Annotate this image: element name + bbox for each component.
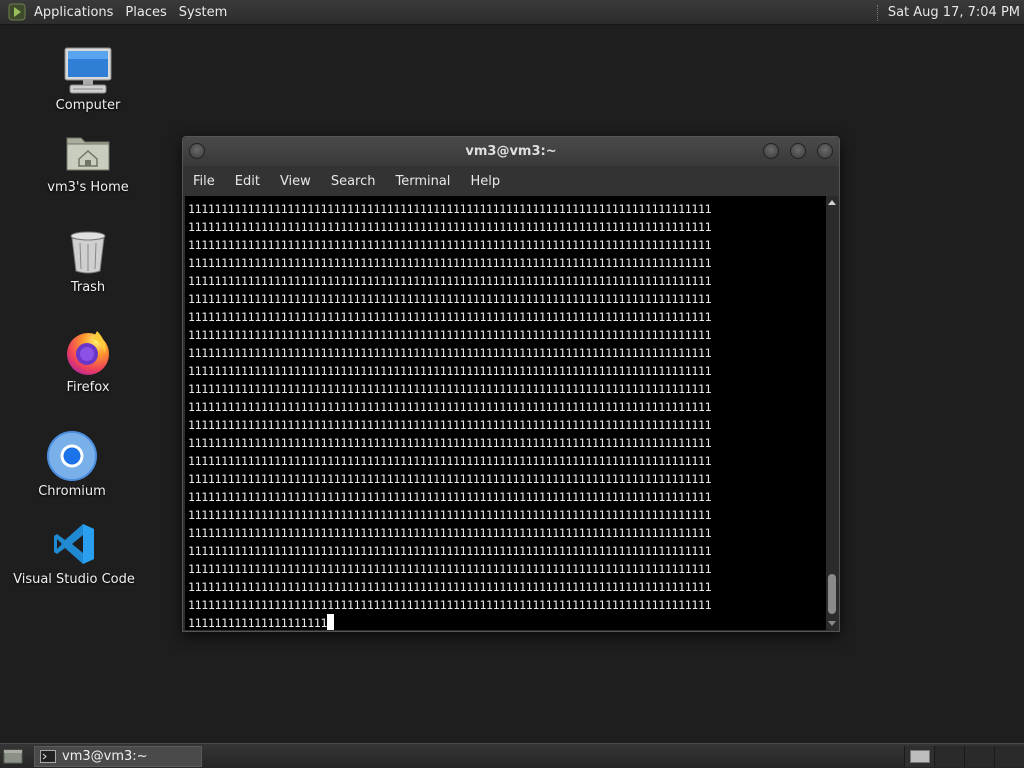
menu-file[interactable]: File [183, 174, 225, 189]
terminal-line: 1111111111111111111111111111111111111111… [188, 346, 712, 360]
terminal-line: 1111111111111111111111111111111111111111… [188, 256, 712, 270]
window-titlebar[interactable]: vm3@vm3:~ [183, 137, 839, 166]
terminal-screen[interactable]: 1111111111111111111111111111111111111111… [185, 196, 826, 630]
terminal-line: 1111111111111111111111111111111111111111… [188, 454, 712, 468]
maximize-button[interactable] [790, 143, 806, 159]
terminal-line: 1111111111111111111111111111111111111111… [188, 364, 712, 378]
menu-edit[interactable]: Edit [225, 174, 270, 189]
terminal-line: 1111111111111111111111111111111111111111… [188, 274, 712, 288]
terminal-window[interactable]: vm3@vm3:~ File Edit View Search Terminal… [182, 136, 840, 632]
terminal-line: 1111111111111111111111111111111111111111… [188, 310, 712, 324]
desktop-icon-firefox[interactable]: Firefox [23, 326, 153, 395]
terminal-menubar: File Edit View Search Terminal Help [183, 166, 839, 196]
terminal-output: 1111111111111111111111111111111111111111… [188, 200, 712, 630]
clock-area: Sat Aug 17, 7:04 PM [876, 0, 1020, 25]
bottom-panel: vm3@vm3:~ [0, 743, 1024, 768]
desktop-icon-vscode[interactable]: Visual Studio Code [9, 518, 139, 587]
terminal-line: 1111111111111111111111111111111111111111… [188, 418, 712, 432]
terminal-line: 1111111111111111111111111111111111111111… [188, 238, 712, 252]
menu-search[interactable]: Search [321, 174, 386, 189]
terminal-line: 1111111111111111111111111111111111111111… [188, 526, 712, 540]
applications-menu[interactable]: Applications [28, 0, 119, 25]
home-folder-icon [66, 137, 110, 171]
taskbar-item-label: vm3@vm3:~ [62, 749, 148, 764]
desktop-icon-label: Computer [55, 98, 121, 113]
desktop-icon-chromium[interactable]: Chromium [7, 430, 137, 499]
menu-help[interactable]: Help [460, 174, 510, 189]
desktop-icon-trash[interactable]: Trash [23, 226, 153, 295]
panel-separator [876, 4, 880, 21]
trash-icon [70, 231, 106, 274]
terminal-line: 1111111111111111111111111111111111111111… [188, 562, 712, 576]
terminal-prompt-text: 111111111111111111111 [188, 616, 328, 630]
terminal-line: 1111111111111111111111111111111111111111… [188, 436, 712, 450]
terminal-line: 1111111111111111111111111111111111111111… [188, 328, 712, 342]
computer-icon [64, 47, 112, 94]
minimize-button[interactable] [763, 143, 779, 159]
show-desktop-icon[interactable] [3, 748, 23, 764]
terminal-line: 1111111111111111111111111111111111111111… [188, 292, 712, 306]
terminal-line: 1111111111111111111111111111111111111111… [188, 508, 712, 522]
desktop-icon-label: Chromium [38, 484, 106, 499]
terminal-cursor [327, 614, 335, 630]
scroll-down-arrow-icon[interactable] [828, 621, 836, 626]
terminal-prompt-line: 111111111111111111111 [188, 614, 711, 630]
chromium-icon [47, 431, 97, 481]
places-menu[interactable]: Places [119, 0, 172, 25]
workspace-1[interactable] [904, 746, 934, 767]
terminal-line: 1111111111111111111111111111111111111111… [188, 400, 712, 414]
terminal-icon [40, 750, 56, 763]
window-menu-button[interactable] [189, 143, 205, 159]
workspace-4[interactable] [994, 746, 1024, 767]
menu-view[interactable]: View [270, 174, 321, 189]
taskbar-item-terminal[interactable]: vm3@vm3:~ [34, 746, 202, 767]
workspace-switcher [904, 746, 1024, 767]
desktop-icon-label: Visual Studio Code [13, 572, 135, 587]
vscode-icon [54, 524, 94, 564]
workspace-2[interactable] [934, 746, 964, 767]
desktop-icon-label: Trash [70, 280, 106, 295]
desktop-icon-label: Firefox [66, 380, 110, 395]
terminal-scrollbar[interactable] [826, 196, 838, 630]
clock[interactable]: Sat Aug 17, 7:04 PM [888, 5, 1020, 20]
desktop-icon-computer[interactable]: Computer [23, 44, 153, 113]
applications-logo-icon[interactable] [8, 3, 26, 21]
menu-terminal[interactable]: Terminal [385, 174, 460, 189]
close-button[interactable] [817, 143, 833, 159]
scrollbar-thumb[interactable] [828, 574, 836, 614]
scroll-up-arrow-icon[interactable] [828, 200, 836, 205]
terminal-line: 1111111111111111111111111111111111111111… [188, 472, 712, 486]
system-menu[interactable]: System [173, 0, 233, 25]
terminal-line: 1111111111111111111111111111111111111111… [188, 490, 712, 504]
desktop-icon-label: vm3's Home [47, 180, 129, 195]
desktop-icon-home[interactable]: vm3's Home [23, 126, 153, 195]
terminal-line: 1111111111111111111111111111111111111111… [188, 220, 712, 234]
terminal-line: 1111111111111111111111111111111111111111… [188, 202, 712, 216]
workspace-3[interactable] [964, 746, 994, 767]
terminal-line: 1111111111111111111111111111111111111111… [188, 544, 712, 558]
firefox-icon [67, 331, 109, 375]
terminal-line: 1111111111111111111111111111111111111111… [188, 382, 712, 396]
terminal-line: 1111111111111111111111111111111111111111… [188, 598, 712, 612]
top-panel: Applications Places System Sat Aug 17, 7… [0, 0, 1024, 25]
workspace-window-thumbnail [909, 750, 930, 763]
terminal-line: 1111111111111111111111111111111111111111… [188, 580, 712, 594]
window-title: vm3@vm3:~ [465, 144, 557, 159]
